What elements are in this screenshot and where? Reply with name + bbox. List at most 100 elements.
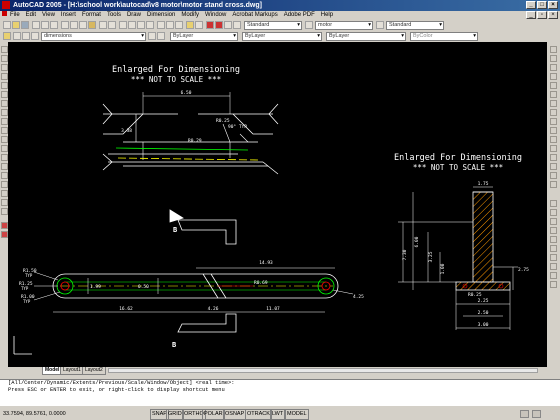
pdf-icon[interactable] [206, 21, 214, 29]
pan-icon[interactable] [119, 21, 127, 29]
maximize-button[interactable]: □ [537, 1, 547, 9]
communication-center-icon[interactable] [520, 410, 529, 418]
lightbulb-icon[interactable] [13, 32, 21, 40]
join-icon[interactable] [550, 154, 557, 161]
lock-icon[interactable] [31, 32, 39, 40]
doc-close-button[interactable]: × [548, 11, 558, 19]
insert-block-icon[interactable] [1, 145, 8, 152]
erase-icon[interactable] [550, 46, 557, 53]
menu-adobe-pdf[interactable]: Adobe PDF [284, 12, 315, 18]
doc-restore-button[interactable]: ▫ [537, 11, 547, 19]
linetype-select[interactable]: ByLayer [242, 32, 322, 41]
menu-edit[interactable]: Edit [26, 12, 36, 18]
move-icon[interactable] [550, 91, 557, 98]
array-icon[interactable] [550, 82, 557, 89]
osnap-settings-icon[interactable] [550, 281, 557, 288]
horizontal-scrollbar[interactable] [108, 368, 538, 373]
osnap-intersection-icon[interactable] [550, 218, 557, 225]
osnap-center-icon[interactable] [550, 227, 557, 234]
osnap-none-icon[interactable] [550, 272, 557, 279]
break-icon[interactable] [550, 145, 557, 152]
rectangle-icon[interactable] [1, 82, 8, 89]
doc-minimize-button[interactable]: _ [526, 11, 536, 19]
zoom-realtime-icon[interactable] [128, 21, 136, 29]
plotstyle-select[interactable]: ByColor [410, 32, 478, 41]
polar-toggle[interactable]: POLAR [202, 409, 225, 420]
menu-draw[interactable]: Draw [127, 12, 141, 18]
publish-icon[interactable] [50, 21, 58, 29]
mtext-icon[interactable] [1, 208, 8, 215]
minimize-button[interactable]: _ [526, 1, 536, 9]
tab-layout1[interactable]: Layout1 [60, 367, 84, 375]
layer-previous-icon[interactable] [157, 32, 165, 40]
gradient-icon[interactable] [1, 181, 8, 188]
menu-window[interactable]: Window [205, 12, 226, 18]
stretch-icon[interactable] [550, 118, 557, 125]
table-style-select[interactable]: Standard [386, 21, 444, 30]
drawing-area[interactable]: Enlarged For Dimensioning *** NOT TO SCA… [8, 42, 547, 367]
make-current-icon[interactable] [148, 32, 156, 40]
lwt-toggle[interactable]: LWT [270, 409, 286, 420]
table-icon[interactable] [1, 199, 8, 206]
plot-preview-icon[interactable] [41, 21, 49, 29]
make-block-icon[interactable] [1, 154, 8, 161]
redo-icon[interactable] [108, 21, 116, 29]
menu-modify[interactable]: Modify [181, 12, 199, 18]
design-center-icon[interactable] [166, 21, 174, 29]
circle-icon[interactable] [1, 100, 8, 107]
tool-palettes-icon[interactable] [175, 21, 183, 29]
polygon-icon[interactable] [1, 73, 8, 80]
menu-format[interactable]: Format [82, 12, 101, 18]
layer-select[interactable]: dimensions [41, 32, 146, 41]
command-line[interactable]: [All/Center/Dynamic/Extents/Previous/Sca… [0, 379, 560, 406]
osnap-toggle[interactable]: OSNAP [223, 409, 247, 420]
osnap-nearest-icon[interactable] [550, 263, 557, 270]
polyline-icon[interactable] [1, 64, 8, 71]
layer-manager-icon[interactable] [3, 32, 11, 40]
cut-icon[interactable] [61, 21, 69, 29]
model-toggle[interactable]: MODEL [285, 409, 309, 420]
lock-toolbar-icon[interactable] [532, 410, 541, 418]
ellipse-arc-icon[interactable] [1, 136, 8, 143]
ellipse-icon[interactable] [1, 127, 8, 134]
hatch-icon[interactable] [1, 172, 8, 179]
help-icon[interactable] [195, 21, 203, 29]
copy-icon[interactable] [70, 21, 78, 29]
chamfer-icon[interactable] [550, 163, 557, 170]
mirror-icon[interactable] [550, 64, 557, 71]
point-icon[interactable] [1, 163, 8, 170]
tab-layout2[interactable]: Layout2 [82, 367, 106, 375]
match-properties-icon[interactable] [88, 21, 96, 29]
zoom-previous-icon[interactable] [146, 21, 154, 29]
region-icon[interactable] [1, 190, 8, 197]
save-icon[interactable] [21, 21, 29, 29]
explode-icon[interactable] [550, 181, 557, 188]
close-button[interactable]: × [548, 1, 558, 9]
menu-tools[interactable]: Tools [107, 12, 121, 18]
osnap-tangent-icon[interactable] [550, 245, 557, 252]
fillet-icon[interactable] [550, 172, 557, 179]
spline-icon[interactable] [1, 118, 8, 125]
extend-icon[interactable] [550, 136, 557, 143]
inquiry-icon[interactable] [1, 231, 8, 238]
otrack-toggle[interactable]: OTRACK [245, 409, 272, 420]
menu-dimension[interactable]: Dimension [147, 12, 175, 18]
menu-help[interactable]: Help [321, 12, 333, 18]
menu-file[interactable]: File [10, 12, 20, 18]
menu-acrobat-markups[interactable]: Acrobat Markups [232, 12, 277, 18]
osnap-midpoint-icon[interactable] [550, 209, 557, 216]
menu-insert[interactable]: Insert [61, 12, 76, 18]
dimension-icon[interactable] [1, 222, 8, 229]
line-icon[interactable] [1, 46, 8, 53]
sun-icon[interactable] [22, 32, 30, 40]
revision-cloud-icon[interactable] [1, 109, 8, 116]
drawing-svg[interactable]: Enlarged For Dimensioning *** NOT TO SCA… [8, 42, 547, 367]
pdf-email-icon[interactable] [215, 21, 223, 29]
construction-line-icon[interactable] [1, 55, 8, 62]
markup-icon[interactable] [186, 21, 194, 29]
review-icon[interactable] [224, 21, 232, 29]
dim-style-select[interactable]: motor [315, 21, 373, 30]
undo-icon[interactable] [99, 21, 107, 29]
offset-icon[interactable] [550, 73, 557, 80]
rotate-icon[interactable] [550, 100, 557, 107]
